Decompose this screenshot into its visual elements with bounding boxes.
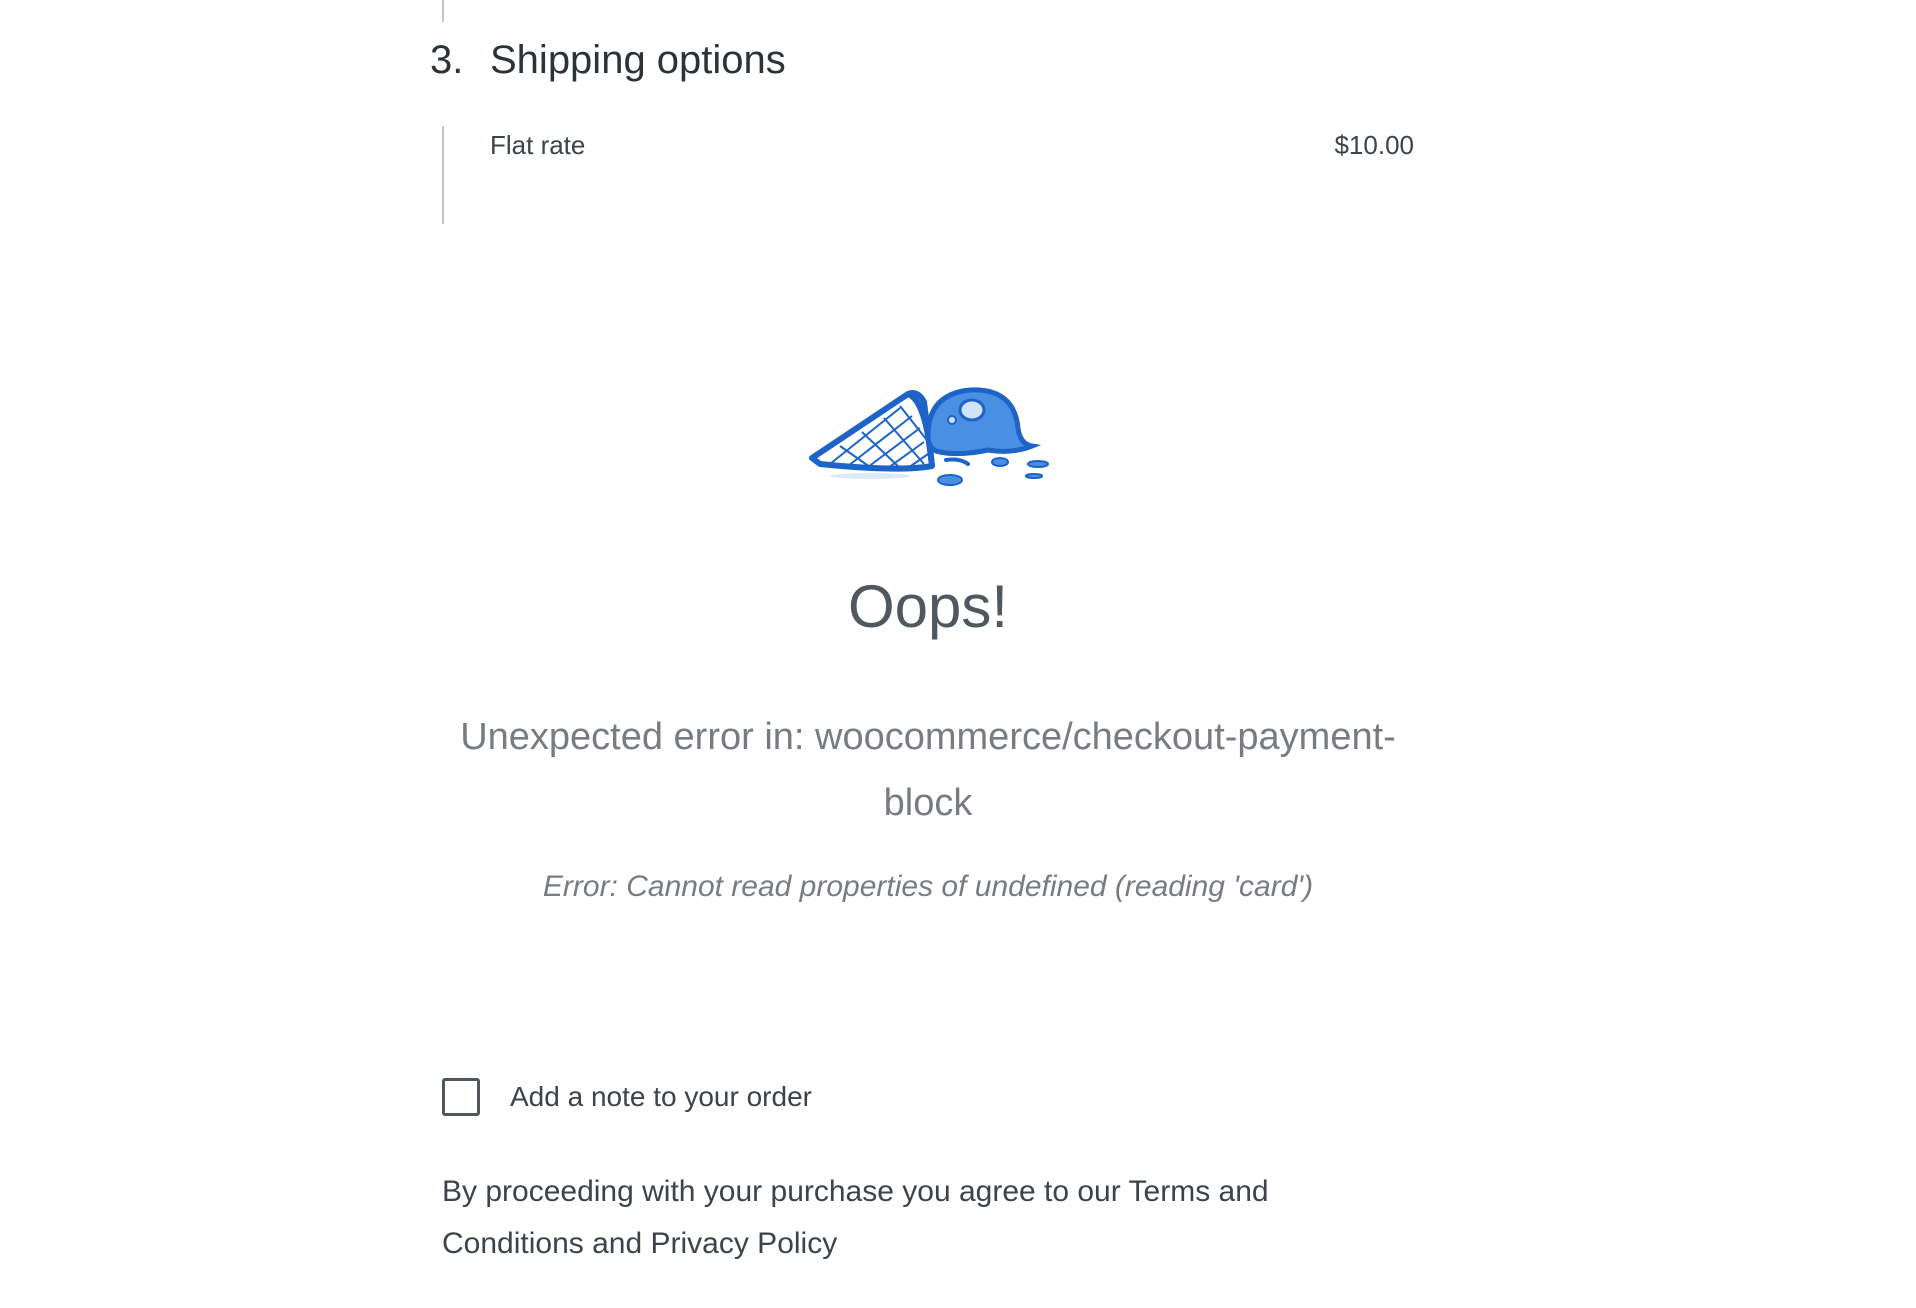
step-divider [442, 126, 444, 224]
order-note-checkbox[interactable] [442, 1078, 480, 1116]
shipping-step-heading: 3. Shipping options [430, 38, 786, 83]
terms-notice: By proceeding with your purchase you agr… [442, 1166, 1342, 1270]
ice-cream-scoop [925, 387, 1049, 486]
shipping-option-row[interactable]: Flat rate $10.00 [490, 130, 1414, 161]
shipping-option-price: $10.00 [1334, 130, 1414, 160]
order-note-label[interactable]: Add a note to your order [510, 1081, 812, 1113]
step-divider-top [442, 0, 444, 22]
ice-cream-cone [809, 390, 935, 472]
melted-ice-cream-icon [809, 387, 1049, 486]
order-note-row[interactable]: Add a note to your order [442, 1078, 812, 1116]
shipping-option-label: Flat rate [490, 130, 586, 160]
error-title: Oops! [847, 573, 1009, 640]
step-title: Shipping options [490, 38, 786, 82]
terms-middle: and [583, 1227, 651, 1260]
terms-prefix: By proceeding with your purchase you agr… [442, 1175, 1129, 1208]
step-number: 3. [430, 38, 464, 82]
privacy-policy-link[interactable]: Privacy Policy [651, 1227, 838, 1260]
error-detail: Error: Cannot read properties of undefin… [542, 870, 1314, 903]
error-message: Unexpected error in: woocommerce/checkou… [460, 716, 1396, 824]
